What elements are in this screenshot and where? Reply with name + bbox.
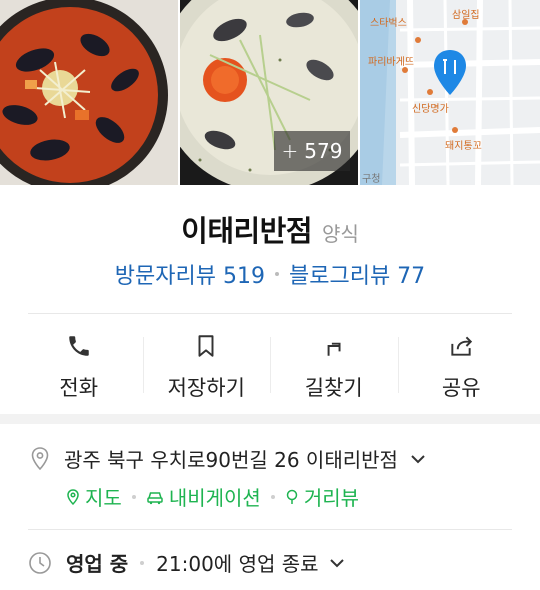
place-category: 양식	[322, 222, 359, 246]
map-link-label: 지도	[85, 486, 122, 510]
address-row[interactable]: 광주 북구 우치로90번길 26 이태리반점	[28, 444, 518, 473]
call-button[interactable]: 전화	[15, 323, 143, 407]
call-label: 전화	[59, 376, 99, 400]
navigation-link[interactable]: 내비게이션	[146, 482, 261, 511]
open-status: 영업 중	[66, 552, 129, 576]
map-label-paris: 파리바게뜨	[368, 57, 414, 68]
photo-count-badge[interactable]: + 579	[274, 131, 350, 171]
map-label-gu: 구청	[362, 174, 381, 185]
share-label: 공유	[441, 376, 481, 400]
place-name: 이태리반점	[181, 214, 313, 248]
navigation-link-label: 내비게이션	[168, 486, 261, 510]
map-link[interactable]: 지도	[66, 482, 122, 511]
map-pin-icon	[67, 488, 79, 505]
blog-review-link[interactable]: 블로그리뷰 77	[289, 258, 425, 290]
streetview-link-label: 거리뷰	[303, 486, 360, 510]
separator-dot	[270, 494, 275, 499]
share-icon	[451, 336, 473, 356]
place-title-row: 이태리반점 양식	[0, 208, 540, 250]
clock-icon	[29, 551, 51, 574]
save-button[interactable]: 저장하기	[142, 323, 271, 407]
directions-icon	[327, 342, 341, 356]
directions-button[interactable]: 길찾기	[270, 323, 398, 407]
map-label-dweji: 돼지통꼬	[445, 141, 482, 152]
share-button[interactable]: 공유	[397, 323, 526, 407]
directions-label: 길찾기	[304, 376, 363, 400]
address-text: 광주 북구 우치로90번길 26 이태리반점	[64, 448, 398, 472]
visitor-review-link[interactable]: 방문자리뷰 519	[115, 258, 265, 290]
location-links: 지도 내비게이션 거리뷰	[66, 482, 359, 511]
photo-gallery: + 579 스타벅스 삼일집 파리바게뜨 신당명가 돼지통꼬 구청	[0, 0, 540, 185]
chevron-down-icon[interactable]	[329, 557, 345, 569]
chevron-down-icon[interactable]	[410, 453, 426, 465]
location-mini-map[interactable]: 스타벅스 삼일집 파리바게뜨 신당명가 돼지통꼬 구청	[360, 0, 540, 185]
streetview-icon	[286, 489, 298, 504]
food-photo-jjamppong[interactable]	[0, 0, 178, 185]
separator-dot	[131, 494, 136, 499]
closing-time: 21:00에 영업 종료	[156, 552, 319, 576]
map-label-sindang: 신당명가	[412, 104, 449, 115]
location-pin-icon	[31, 446, 49, 470]
phone-icon	[69, 336, 89, 356]
review-links: 방문자리뷰 519 블로그리뷰 77	[0, 258, 540, 290]
jjamppong-image	[0, 0, 178, 185]
bookmark-icon	[198, 335, 214, 357]
business-hours-row[interactable]: 영업 중 21:00에 영업 종료	[28, 548, 518, 577]
save-label: 저장하기	[167, 376, 245, 400]
streetview-link[interactable]: 거리뷰	[285, 482, 359, 511]
plus-icon: +	[281, 139, 299, 163]
divider	[28, 313, 512, 314]
action-bar: 전화 저장하기 길찾기 공유	[15, 323, 525, 407]
map-label-samil: 삼일집	[452, 10, 480, 21]
photo-count: 579	[304, 139, 343, 163]
food-photo-cream-pasta[interactable]: + 579	[180, 0, 358, 185]
section-separator	[0, 414, 540, 424]
divider	[28, 529, 512, 530]
car-icon	[147, 491, 163, 504]
separator-dot	[274, 272, 279, 276]
map-label-starbucks: 스타벅스	[370, 18, 407, 29]
separator-dot	[140, 560, 145, 565]
